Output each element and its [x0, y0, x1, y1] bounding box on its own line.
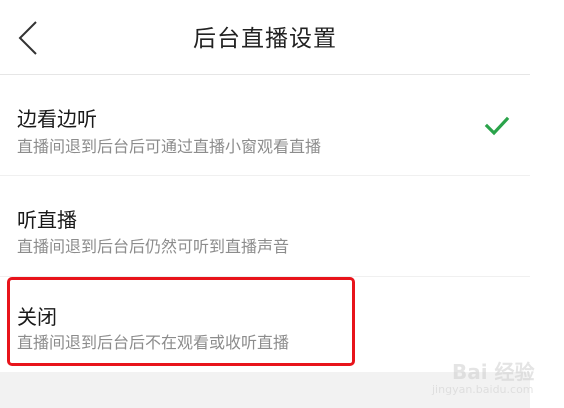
option-title: 关闭: [17, 305, 57, 329]
baidu-jingyan-watermark: Bai 经验 jingyan.baidu.com: [432, 346, 562, 406]
option-description: 直播间退到后台后不在观看或收听直播: [17, 333, 290, 352]
checkmark-icon: [484, 116, 510, 136]
option-description: 直播间退到后台后仍然可听到直播声音: [17, 237, 290, 256]
back-button[interactable]: [12, 18, 46, 58]
background-live-settings-page: 后台直播设置 边看边听 直播间退到后台后可通过直播小窗观看直播 听直播 直播间退…: [0, 0, 564, 408]
nav-header: 后台直播设置: [0, 0, 530, 75]
option-watch-and-listen[interactable]: 边看边听 直播间退到后台后可通过直播小窗观看直播: [0, 75, 530, 176]
option-listen-live[interactable]: 听直播 直播间退到后台后仍然可听到直播声音: [0, 176, 530, 277]
option-title: 听直播: [17, 208, 77, 232]
page-title: 后台直播设置: [193, 26, 337, 52]
watermark-text: Bai 经验: [452, 360, 535, 384]
option-title: 边看边听: [17, 107, 97, 131]
option-description: 直播间退到后台后可通过直播小窗观看直播: [17, 137, 322, 156]
chevron-left-icon: [18, 21, 37, 55]
watermark-url: jingyan.baidu.com: [432, 383, 534, 396]
